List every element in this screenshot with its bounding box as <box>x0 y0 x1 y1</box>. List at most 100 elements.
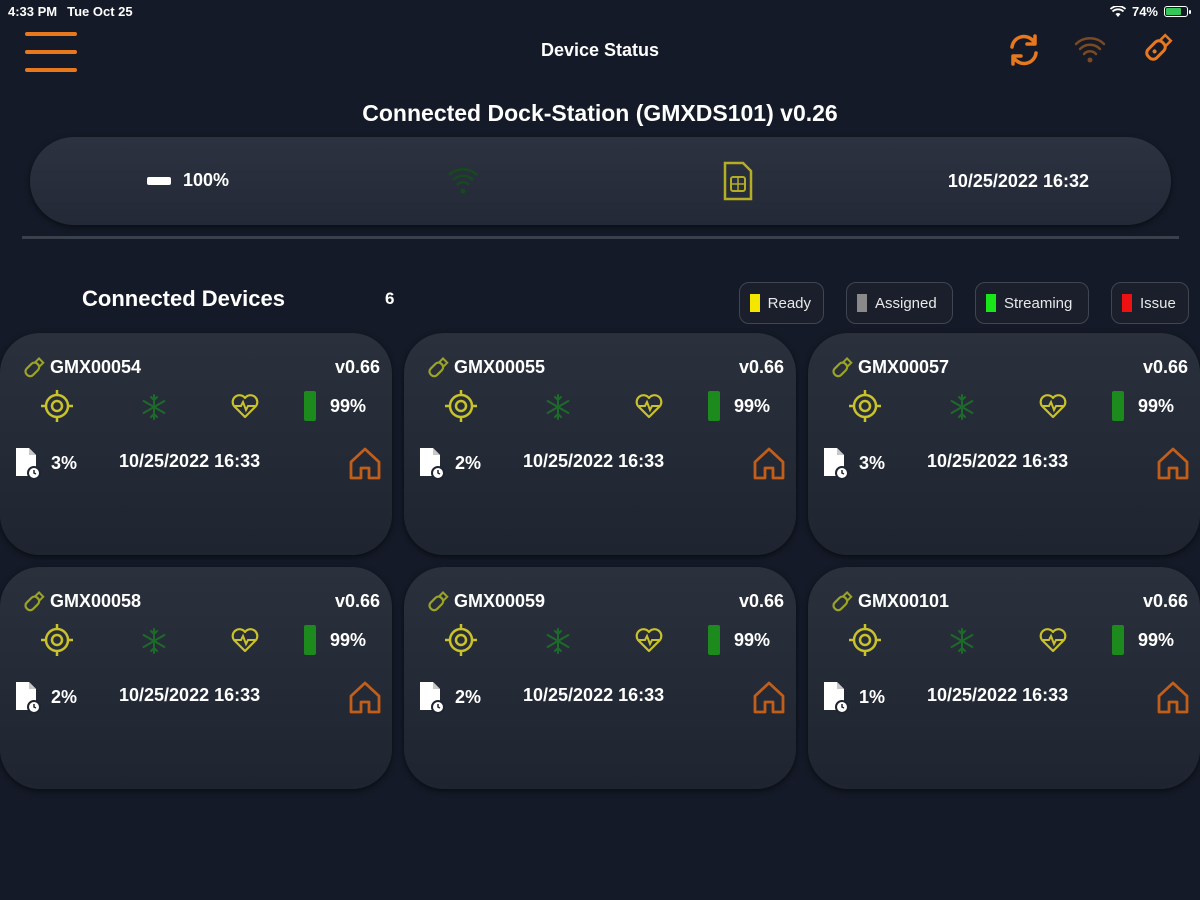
battery-level-bar <box>708 391 720 421</box>
snowflake-icon <box>950 394 974 420</box>
status-bar: 4:33 PM Tue Oct 25 74% <box>0 0 1200 24</box>
legend-label: Streaming <box>1004 294 1073 312</box>
home-icon[interactable] <box>347 679 383 715</box>
device-id: GMX00054 <box>50 357 142 377</box>
connected-devices-count: 6 <box>385 289 395 308</box>
device-version: v0.66 <box>738 357 784 377</box>
device-timestamp: 10/25/2022 16:33 <box>119 685 261 705</box>
storage-percent: 1% <box>859 687 886 707</box>
file-storage-icon <box>824 682 849 714</box>
status-date: Tue Oct 25 <box>67 4 133 19</box>
legend-issue[interactable]: Issue <box>1111 282 1189 324</box>
device-version: v0.66 <box>1142 357 1188 377</box>
device-icon <box>832 591 853 612</box>
snowflake-icon <box>546 628 570 654</box>
device-timestamp: 10/25/2022 16:33 <box>523 451 665 471</box>
nav-bar: Device Status <box>0 24 1200 80</box>
gps-target-icon <box>41 624 73 656</box>
status-time: 4:33 PM <box>8 4 58 19</box>
device-timestamp: 10/25/2022 16:33 <box>119 451 261 471</box>
snowflake-icon <box>142 628 166 654</box>
file-storage-icon <box>420 682 445 714</box>
device-card[interactable]: GMX00101 v0.66 99% 1% 10/25/2022 16:33 <box>808 567 1200 789</box>
device-icon <box>24 357 45 378</box>
battery-level-bar <box>1112 391 1124 421</box>
home-icon[interactable] <box>347 445 383 481</box>
dock-timestamp: 10/25/2022 16:32 <box>947 171 1089 191</box>
status-legend: Ready Assigned Streaming Issue <box>739 282 1189 324</box>
battery-percent: 99% <box>734 396 771 416</box>
device-id: GMX00057 <box>858 357 950 377</box>
storage-percent: 2% <box>455 687 482 707</box>
legend-label: Issue <box>1140 294 1176 312</box>
snowflake-icon <box>950 628 974 654</box>
home-icon[interactable] <box>751 445 787 481</box>
dock-battery-value: 100% <box>183 170 230 190</box>
gps-target-icon <box>849 390 881 422</box>
legend-swatch <box>857 294 867 312</box>
connected-devices-label: Connected Devices <box>82 286 285 311</box>
dock-status-bar: 100% 10/25/2022 16:32 <box>30 137 1171 225</box>
file-storage-icon <box>824 448 849 480</box>
legend-swatch <box>750 294 760 312</box>
battery-percent: 99% <box>1138 630 1175 650</box>
battery-percent: 99% <box>734 630 771 650</box>
legend-label: Ready <box>767 294 811 312</box>
usb-stick-icon[interactable] <box>1136 30 1176 70</box>
legend-label: Assigned <box>875 294 937 312</box>
refresh-icon[interactable] <box>1004 30 1044 70</box>
device-card[interactable]: GMX00058 v0.66 99% 2% 10/25/2022 16:33 <box>0 567 392 789</box>
sim-card-icon <box>723 161 753 201</box>
device-icon <box>428 591 449 612</box>
device-card[interactable]: GMX00054 v0.66 99% 3% 10/25/2022 16:33 <box>0 333 392 555</box>
legend-assigned[interactable]: Assigned <box>846 282 953 324</box>
wifi-status-icon <box>1109 5 1126 17</box>
battery-percent: 74% <box>1131 4 1158 19</box>
device-id: GMX00055 <box>454 357 546 377</box>
device-version: v0.66 <box>334 591 380 611</box>
device-icon <box>832 357 853 378</box>
dock-station-title: Connected Dock-Station (GMXDS101) v0.26 <box>362 100 838 126</box>
legend-swatch <box>1122 294 1132 312</box>
wifi-icon[interactable] <box>1070 30 1110 70</box>
home-icon[interactable] <box>1155 445 1191 481</box>
heartbeat-icon <box>635 394 663 419</box>
file-storage-icon <box>420 448 445 480</box>
device-version: v0.66 <box>1142 591 1188 611</box>
device-timestamp: 10/25/2022 16:33 <box>927 451 1069 471</box>
home-icon[interactable] <box>1155 679 1191 715</box>
battery-level-bar <box>304 625 316 655</box>
device-card[interactable]: GMX00057 v0.66 99% 3% 10/25/2022 16:33 <box>808 333 1200 555</box>
file-storage-icon <box>16 682 41 714</box>
device-version: v0.66 <box>738 591 784 611</box>
dock-wifi-icon <box>448 168 478 194</box>
file-storage-icon <box>16 448 41 480</box>
heartbeat-icon <box>635 628 663 653</box>
heartbeat-icon <box>231 628 259 653</box>
gps-target-icon <box>849 624 881 656</box>
device-id: GMX00059 <box>454 591 546 611</box>
snowflake-icon <box>546 394 570 420</box>
battery-percent: 99% <box>330 396 367 416</box>
device-timestamp: 10/25/2022 16:33 <box>927 685 1069 705</box>
device-id: GMX00101 <box>858 591 950 611</box>
battery-level-bar <box>708 625 720 655</box>
device-card[interactable]: GMX00059 v0.66 99% 2% 10/25/2022 16:33 <box>404 567 796 789</box>
device-icon <box>24 591 45 612</box>
storage-percent: 2% <box>51 687 78 707</box>
home-icon[interactable] <box>751 679 787 715</box>
heartbeat-icon <box>1039 628 1067 653</box>
device-card[interactable]: GMX00055 v0.66 99% 2% 10/25/2022 16:33 <box>404 333 796 555</box>
legend-swatch <box>986 294 996 312</box>
storage-percent: 3% <box>859 453 886 473</box>
gps-target-icon <box>445 624 477 656</box>
storage-percent: 2% <box>455 453 482 473</box>
gps-target-icon <box>445 390 477 422</box>
heartbeat-icon <box>231 394 259 419</box>
device-timestamp: 10/25/2022 16:33 <box>523 685 665 705</box>
legend-ready[interactable]: Ready <box>739 282 824 324</box>
legend-streaming[interactable]: Streaming <box>975 282 1089 324</box>
divider <box>22 236 1179 239</box>
gps-target-icon <box>41 390 73 422</box>
dock-battery: 100% <box>147 170 229 191</box>
